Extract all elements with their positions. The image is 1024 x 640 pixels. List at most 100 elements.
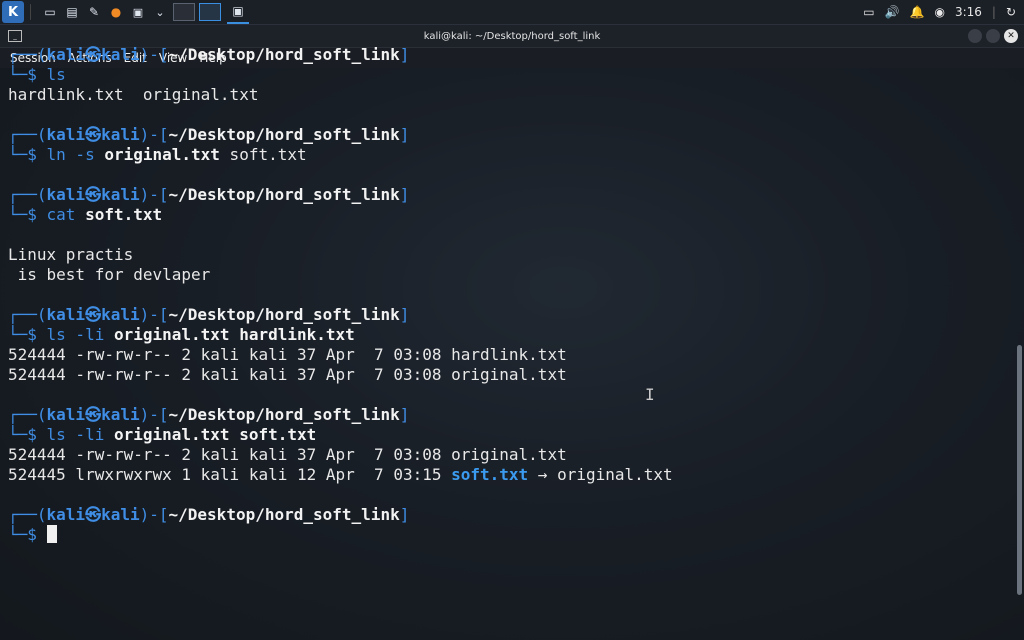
prompt-frame: ] xyxy=(399,305,410,324)
prompt-path: ~/Desktop/hord_soft_link xyxy=(168,305,400,324)
clock[interactable]: 3:16 xyxy=(955,5,982,19)
prompt-at: ㉿ xyxy=(85,125,102,144)
prompt-at: ㉿ xyxy=(85,305,102,324)
command-line: └─$ ls xyxy=(8,65,1004,85)
lock-screen-icon[interactable]: ↻ xyxy=(1006,5,1016,19)
command-name: ls xyxy=(46,65,66,84)
output-line-symlink: 524445 lrwxrwxrwx 1 kali kali 12 Apr 7 0… xyxy=(8,465,1004,485)
terminal-launcher-icon[interactable]: ▣ xyxy=(129,3,147,21)
prompt-frame: ] xyxy=(399,125,410,144)
prompt-user: kali xyxy=(46,125,86,144)
command-line: └─$ ls -li original.txt hardlink.txt xyxy=(8,325,1004,345)
terminal-output[interactable]: ┌──(kali㉿kali)-[~/Desktop/hord_soft_link… xyxy=(8,45,1004,640)
prompt-frame: ] xyxy=(399,505,410,524)
prompt-user: kali xyxy=(46,45,86,64)
output-line: is best for devlaper xyxy=(8,265,211,284)
prompt-at: ㉿ xyxy=(85,505,102,524)
volume-icon[interactable]: 🔊 xyxy=(885,5,900,19)
prompt-line: ┌──(kali㉿kali)-[~/Desktop/hord_soft_link… xyxy=(8,405,1004,425)
prompt-frame: ┌──( xyxy=(8,185,47,204)
maximize-button[interactable] xyxy=(986,29,1000,43)
prompt-path: ~/Desktop/hord_soft_link xyxy=(168,185,400,204)
workspace-1[interactable] xyxy=(173,3,195,21)
prompt-frame: )-[ xyxy=(139,125,169,144)
chevron-down-icon[interactable]: ⌄ xyxy=(151,3,169,21)
symlink-name: soft.txt xyxy=(451,465,529,484)
output-line: 524444 -rw-rw-r-- 2 kali kali 37 Apr 7 0… xyxy=(8,445,567,464)
kali-menu-icon[interactable]: K xyxy=(2,1,24,23)
prompt-line: ┌──(kali㉿kali)-[~/Desktop/hord_soft_link… xyxy=(8,125,1004,145)
command-name: ls -li xyxy=(46,425,114,444)
prompt-user: kali xyxy=(46,185,86,204)
symlink-arrow: → xyxy=(528,465,558,484)
prompt-host: kali xyxy=(101,505,140,524)
prompt-host: kali xyxy=(101,45,140,64)
prompt-line: ┌──(kali㉿kali)-[~/Desktop/hord_soft_link… xyxy=(8,305,1004,325)
top-panel: K ▭ ▤ ✎ ● ▣ ⌄ ▣ ▭ 🔊 🔔 ◉ 3:16 | ↻ xyxy=(0,0,1024,25)
firefox-icon[interactable]: ● xyxy=(107,3,125,21)
prompt-frame: ┌──( xyxy=(8,305,47,324)
command-args: soft.txt xyxy=(85,205,163,224)
prompt-frame: )-[ xyxy=(139,305,169,324)
prompt-frame: )-[ xyxy=(139,185,169,204)
minimize-button[interactable] xyxy=(968,29,982,43)
file-manager-icon[interactable]: ▤ xyxy=(63,3,81,21)
workspace-2[interactable] xyxy=(199,3,221,21)
output-line: 524444 -rw-rw-r-- 2 kali kali 37 Apr 7 0… xyxy=(8,365,567,384)
prompt-path: ~/Desktop/hord_soft_link xyxy=(168,505,400,524)
prompt-frame: ] xyxy=(399,45,410,64)
prompt-host: kali xyxy=(101,125,140,144)
symlink-target: original.txt xyxy=(557,465,673,484)
prompt-frame: )-[ xyxy=(139,405,169,424)
prompt-line: ┌──(kali㉿kali)-[~/Desktop/hord_soft_link… xyxy=(8,185,1004,205)
output-line: Linux practis xyxy=(8,245,134,264)
prompt-at: ㉿ xyxy=(85,185,102,204)
window-title: kali@kali: ~/Desktop/hord_soft_link xyxy=(423,30,601,42)
command-args-plain: soft.txt xyxy=(219,145,307,164)
mouse-ibeam-cursor: I xyxy=(645,385,655,404)
command-name: cat xyxy=(46,205,86,224)
command-args: original.txt soft.txt xyxy=(113,425,317,444)
close-button[interactable]: ✕ xyxy=(1004,29,1018,43)
prompt-dollar: └─$ xyxy=(8,325,47,344)
text-cursor xyxy=(46,525,57,543)
prompt-host: kali xyxy=(101,185,140,204)
prompt-frame: ┌──( xyxy=(8,405,47,424)
command-line: └─$ cat soft.txt xyxy=(8,205,1004,225)
prompt-host: kali xyxy=(101,305,140,324)
command-args: original.txt xyxy=(104,145,220,164)
power-status-icon[interactable]: ◉ xyxy=(934,5,944,19)
command-line: └─$ ls -li original.txt soft.txt xyxy=(8,425,1004,445)
output-line: hardlink.txt original.txt xyxy=(8,85,259,104)
notification-bell-icon[interactable]: 🔔 xyxy=(910,5,925,19)
prompt-path: ~/Desktop/hord_soft_link xyxy=(168,125,400,144)
command-name: ls -li xyxy=(46,325,114,344)
prompt-line: ┌──(kali㉿kali)-[~/Desktop/hord_soft_link… xyxy=(8,505,1004,525)
prompt-dollar: └─$ xyxy=(8,65,47,84)
prompt-path: ~/Desktop/hord_soft_link xyxy=(168,45,400,64)
prompt-frame: ┌──( xyxy=(8,505,47,524)
prompt-line: ┌──(kali㉿kali)-[~/Desktop/hord_soft_link… xyxy=(8,45,1004,65)
prompt-path: ~/Desktop/hord_soft_link xyxy=(168,405,400,424)
prompt-user: kali xyxy=(46,305,86,324)
prompt-dollar: └─$ xyxy=(8,205,47,224)
text-editor-icon[interactable]: ✎ xyxy=(85,3,103,21)
separator-bar: | xyxy=(991,5,996,19)
listing-text: 524445 lrwxrwxrwx 1 kali kali 12 Apr 7 0… xyxy=(8,465,452,484)
panel-separator xyxy=(30,4,31,20)
prompt-frame: )-[ xyxy=(139,45,169,64)
taskbar-terminal-button[interactable]: ▣ xyxy=(227,0,249,24)
prompt-host: kali xyxy=(101,405,140,424)
command-name: ln -s xyxy=(46,145,105,164)
prompt-dollar: └─$ xyxy=(8,425,47,444)
prompt-frame: ] xyxy=(399,185,410,204)
display-icon[interactable]: ▭ xyxy=(863,5,874,19)
prompt-frame: ] xyxy=(399,405,410,424)
scrollbar[interactable] xyxy=(1017,345,1022,595)
show-desktop-icon[interactable]: ▭ xyxy=(41,3,59,21)
prompt-frame: )-[ xyxy=(139,505,169,524)
